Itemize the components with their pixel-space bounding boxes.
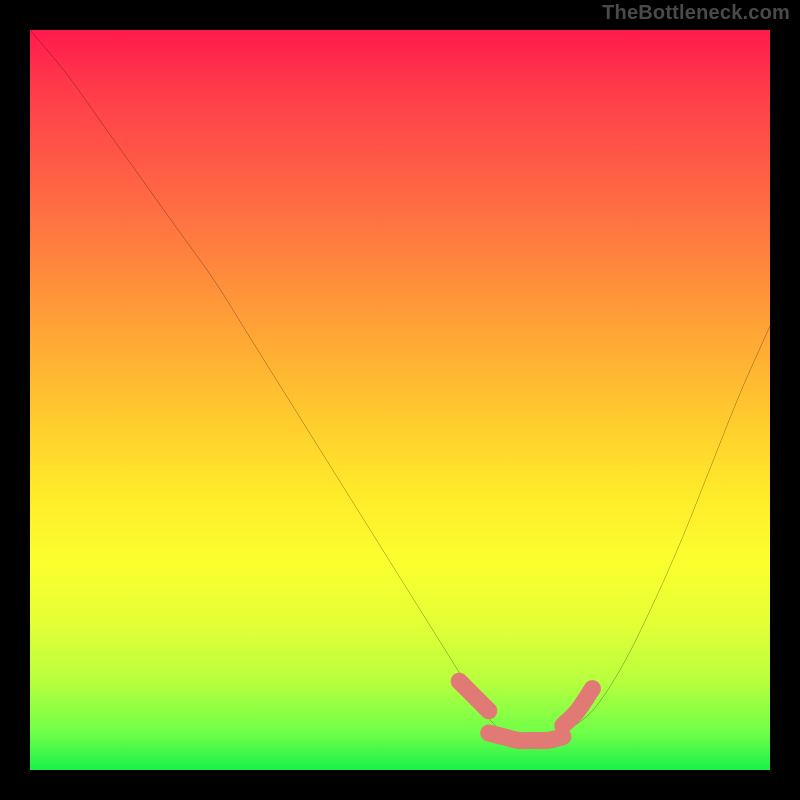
highlight-segment bbox=[459, 681, 489, 711]
watermark-text: TheBottleneck.com bbox=[602, 2, 790, 25]
plot-area bbox=[30, 30, 770, 770]
chart-frame: TheBottleneck.com bbox=[0, 0, 800, 800]
highlight-segment bbox=[489, 733, 563, 741]
main-curve bbox=[30, 30, 770, 741]
curve-layer bbox=[30, 30, 770, 770]
highlight-band bbox=[459, 681, 592, 740]
highlight-segment bbox=[563, 689, 593, 726]
